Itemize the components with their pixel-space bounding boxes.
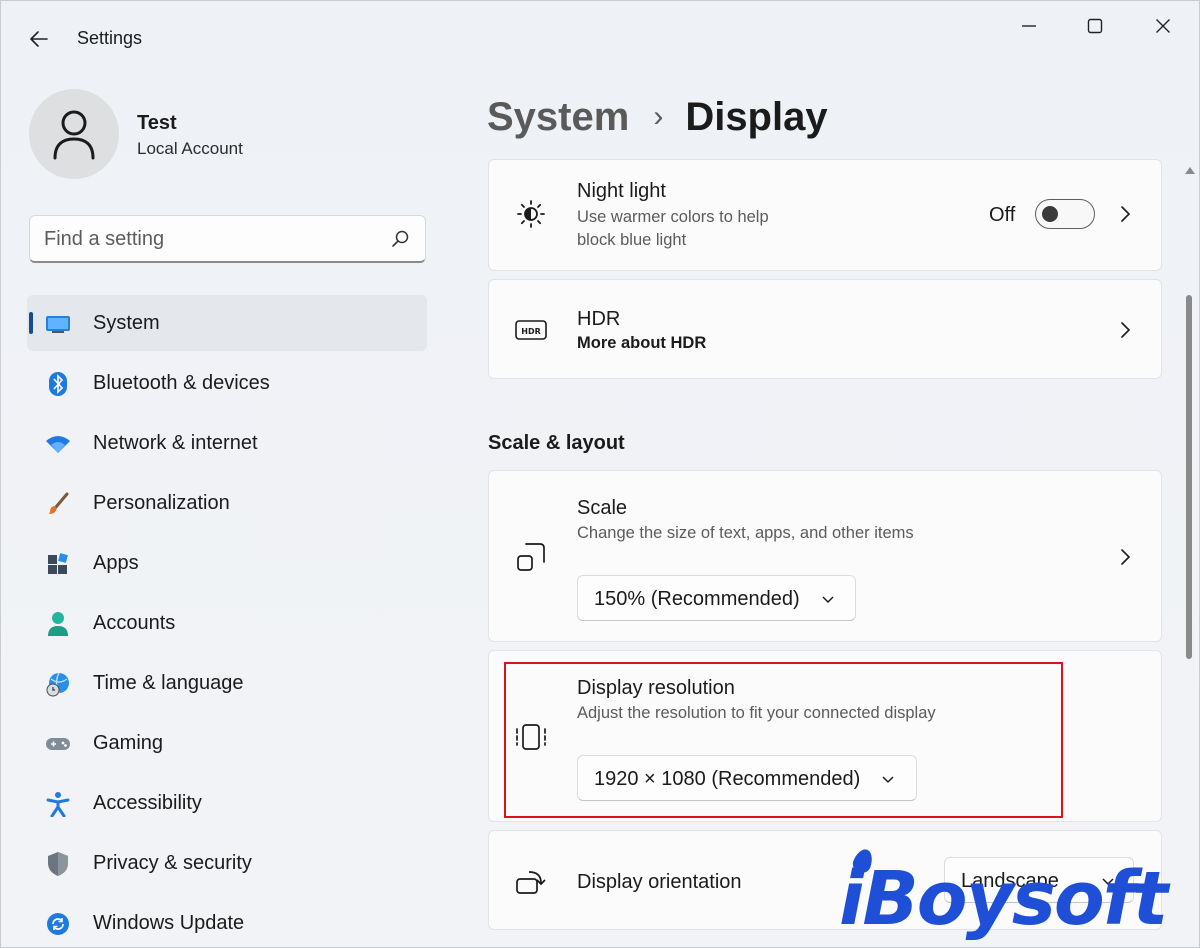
wifi-icon	[45, 431, 71, 457]
sidebar-item-windows-update[interactable]: Windows Update	[27, 895, 427, 948]
sidebar-item-bluetooth[interactable]: Bluetooth & devices	[27, 355, 427, 411]
breadcrumb-parent[interactable]: System	[487, 95, 629, 140]
sidebar-nav: System Bluetooth & devices Network & int…	[27, 295, 427, 948]
sidebar-item-time-language[interactable]: Time & language	[27, 655, 427, 711]
title-bar: Settings	[1, 1, 1200, 73]
scroll-thumb[interactable]	[1186, 295, 1192, 659]
close-icon	[1156, 19, 1170, 33]
scale-dropdown[interactable]: 150% (Recommended)	[577, 575, 856, 621]
sidebar-item-label: Network & internet	[93, 432, 258, 454]
maximize-button[interactable]	[1067, 11, 1123, 41]
page-title: Display	[685, 94, 828, 139]
person-icon	[53, 110, 95, 160]
minimize-icon	[1022, 25, 1036, 27]
bluetooth-icon	[45, 371, 71, 397]
hdr-more-link[interactable]: More about HDR	[577, 334, 706, 353]
brush-icon	[45, 491, 71, 517]
sidebar-item-label: Accessibility	[93, 792, 202, 814]
accounts-icon	[45, 611, 71, 637]
scale-description: Change the size of text, apps, and other…	[577, 524, 914, 542]
sidebar-item-apps[interactable]: Apps	[27, 535, 427, 591]
night-light-toggle[interactable]	[1035, 199, 1095, 229]
night-light-description: block blue light	[577, 231, 687, 249]
section-title: Scale & layout	[488, 432, 625, 454]
orientation-icon	[515, 867, 547, 899]
sidebar-item-label: Personalization	[93, 492, 230, 514]
watermark-logo: iBoysoft	[839, 856, 1168, 942]
chevron-down-icon	[822, 596, 834, 604]
shield-icon	[45, 851, 71, 877]
chevron-right-icon[interactable]	[1115, 320, 1135, 340]
close-button[interactable]	[1135, 11, 1191, 41]
back-arrow-icon	[30, 31, 48, 47]
minimize-button[interactable]	[1001, 11, 1057, 41]
orientation-title: Display orientation	[577, 871, 742, 893]
sidebar-item-gaming[interactable]: Gaming	[27, 715, 427, 771]
settings-window: Settings Test Local Account Find a setti…	[0, 0, 1200, 948]
night-light-state: Off	[989, 204, 1016, 226]
gamepad-icon	[45, 731, 71, 757]
search-input[interactable]	[44, 225, 374, 253]
avatar[interactable]	[29, 89, 119, 179]
sidebar-item-personalization[interactable]: Personalization	[27, 475, 427, 531]
chevron-down-icon	[882, 776, 894, 784]
scale-card[interactable]: Scale Change the size of text, apps, and…	[488, 470, 1162, 642]
chevron-right-icon[interactable]	[1115, 204, 1135, 224]
resolution-value: 1920 × 1080 (Recommended)	[594, 768, 861, 790]
sidebar-item-label: Time & language	[93, 672, 244, 694]
breadcrumb-separator: ›	[653, 100, 664, 133]
sidebar-item-privacy-security[interactable]: Privacy & security	[27, 835, 427, 891]
globe-clock-icon	[45, 671, 71, 697]
user-name: Test	[137, 112, 177, 134]
toggle-knob	[1042, 206, 1058, 222]
scroll-up-arrow-icon[interactable]	[1185, 167, 1195, 174]
maximize-icon	[1087, 18, 1103, 34]
search-icon[interactable]	[389, 228, 411, 250]
resolution-dropdown[interactable]: 1920 × 1080 (Recommended)	[577, 755, 917, 801]
accessibility-icon	[45, 791, 71, 817]
sidebar-item-label: Apps	[93, 552, 139, 574]
scrollbar[interactable]	[1182, 161, 1196, 941]
app-title: Settings	[77, 28, 143, 48]
hdr-icon: HDR	[515, 314, 547, 346]
apps-icon	[45, 551, 71, 577]
account-type: Local Account	[137, 139, 243, 158]
sidebar-item-label: Accounts	[93, 612, 176, 634]
sidebar-item-label: Privacy & security	[93, 852, 252, 874]
monitor-icon	[45, 311, 71, 337]
sidebar-item-label: System	[93, 312, 160, 334]
scale-title: Scale	[577, 497, 628, 519]
sidebar-item-accounts[interactable]: Accounts	[27, 595, 427, 651]
resolution-description: Adjust the resolution to fit your connec…	[577, 704, 936, 722]
sidebar-item-accessibility[interactable]: Accessibility	[27, 775, 427, 831]
night-light-title: Night light	[577, 180, 666, 202]
sidebar-item-network[interactable]: Network & internet	[27, 415, 427, 471]
svg-text:HDR: HDR	[521, 327, 541, 336]
hdr-title: HDR	[577, 308, 621, 330]
search-box[interactable]	[29, 215, 426, 263]
scale-value: 150% (Recommended)	[594, 588, 800, 610]
resolution-icon	[515, 721, 547, 753]
display-resolution-card: Display resolution Adjust the resolution…	[488, 650, 1162, 822]
sidebar-item-label: Windows Update	[93, 912, 245, 934]
back-button[interactable]	[23, 23, 55, 55]
breadcrumb: System › Display	[487, 89, 828, 145]
night-light-icon	[515, 198, 547, 230]
sidebar-item-label: Bluetooth & devices	[93, 372, 270, 394]
resolution-title: Display resolution	[577, 677, 735, 699]
hdr-card[interactable]: HDR HDR More about HDR	[488, 279, 1162, 379]
chevron-right-icon[interactable]	[1115, 547, 1135, 567]
scale-icon	[515, 541, 547, 573]
night-light-card[interactable]: Night light Use warmer colors to help bl…	[488, 159, 1162, 271]
sidebar-item-label: Gaming	[93, 732, 164, 754]
sidebar-item-system[interactable]: System	[27, 295, 427, 351]
update-icon	[45, 911, 71, 937]
night-light-description: Use warmer colors to help	[577, 208, 769, 226]
